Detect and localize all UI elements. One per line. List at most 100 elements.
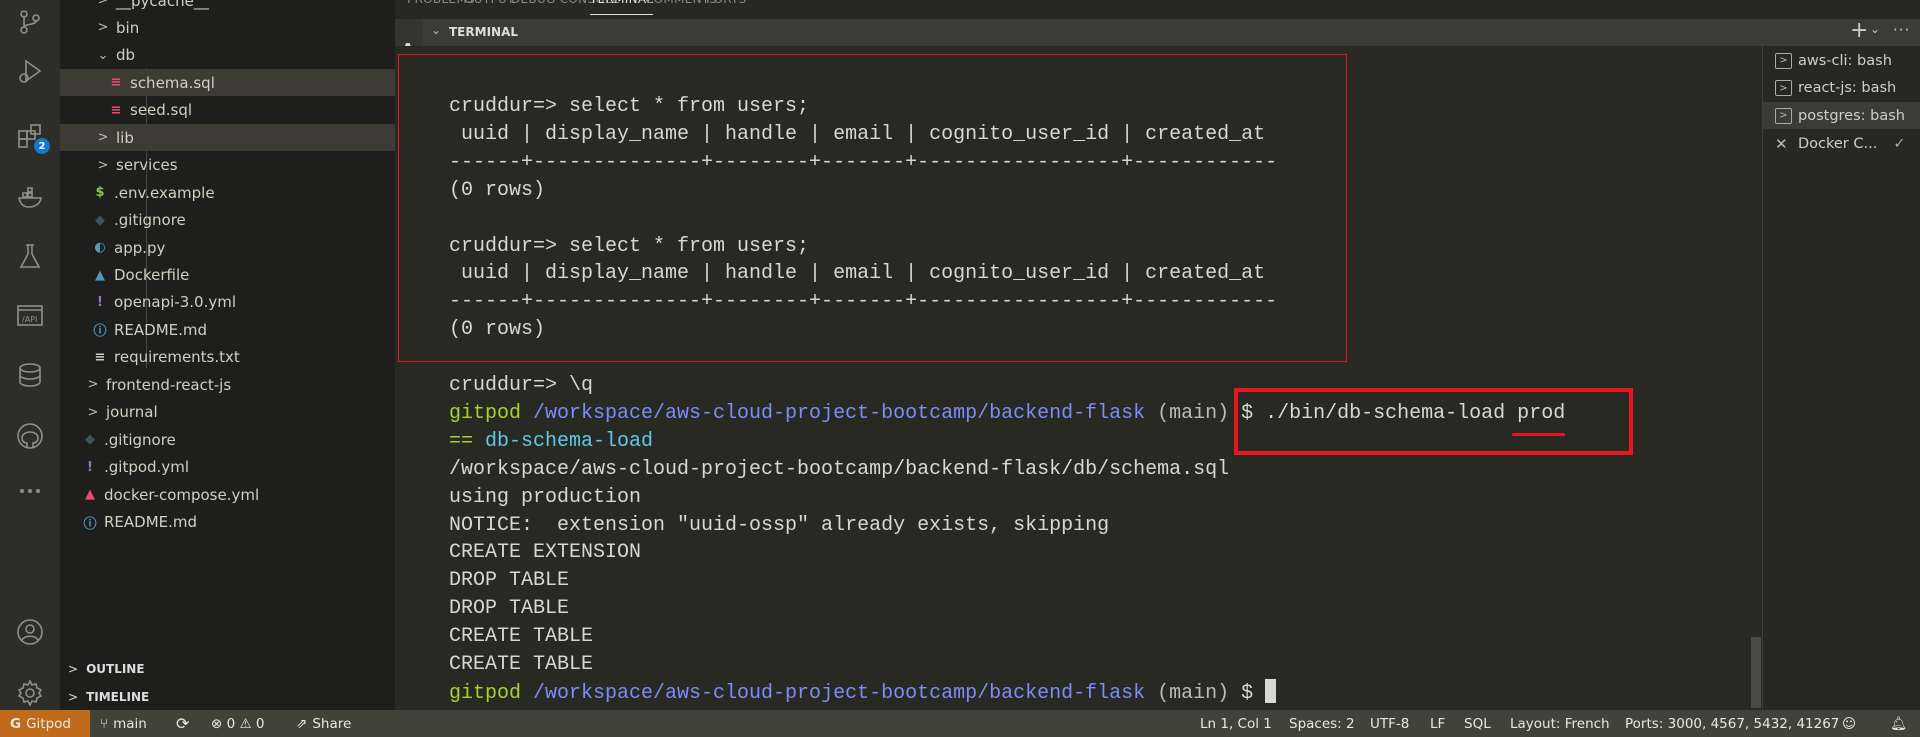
yaml-file-icon: ! (87, 459, 93, 475)
tree-item[interactable]: > __pycache__ (60, 0, 395, 14)
status-bar: G Gitpod ⑂ main ⟳ ⊗ 0 ⚠ 0 ⇗ Share Ln 1, Col… (0, 710, 1920, 737)
tree-item[interactable]: > lib (60, 124, 395, 152)
extensions-icon[interactable]: 2 (14, 120, 50, 154)
encoding[interactable]: UTF-8 (1370, 710, 1409, 737)
chevron-down-icon: ⌄ (97, 47, 109, 63)
tree-item[interactable]: ≡ seed.sql (60, 97, 395, 124)
api-icon[interactable]: /API (14, 299, 46, 331)
problems-indicator[interactable]: ⊗ 0 ⚠ 0 (211, 710, 265, 737)
annotation-box-command (1234, 388, 1633, 455)
terminal-line: DROP TABLE (449, 595, 569, 623)
tab-ports[interactable]: PORTS (706, 0, 747, 6)
tree-item-label: .env.example (114, 183, 215, 202)
share-icon: ⇗ (296, 715, 308, 732)
terminal-instance-label: react-js: bash (1798, 80, 1897, 97)
annotation-underline (1512, 433, 1565, 436)
terminal-instance[interactable]: > postgres: bash (1763, 102, 1920, 130)
github-icon[interactable] (14, 420, 46, 452)
timeline-section[interactable]: > TIMELINE (60, 683, 395, 710)
check-icon: ✓ (1893, 135, 1906, 152)
tree-item[interactable]: ⌄ db (60, 42, 395, 69)
terminal-instance-label: aws-cli: bash (1798, 52, 1892, 69)
tree-item[interactable]: > journal (60, 399, 395, 426)
database-icon[interactable] (14, 359, 46, 391)
terminal-instance[interactable]: > react-js: bash (1763, 75, 1920, 102)
terminal-icon: > (1775, 52, 1792, 69)
terminal-instance[interactable]: > aws-cli: bash (1763, 47, 1920, 74)
activity-bar: 2/API (0, 0, 60, 710)
tree-item-label: seed.sql (130, 101, 193, 120)
remote-indicator[interactable]: G Gitpod (0, 710, 90, 737)
tab-output[interactable]: OUTPUT (464, 0, 515, 6)
terminal-instance[interactable]: ✕ Docker C... ✓ (1763, 130, 1920, 157)
tree-item[interactable]: ≡ requirements.txt (60, 344, 395, 371)
share-button[interactable]: ⇗ Share (296, 710, 351, 737)
terminal-text: (main) (1157, 681, 1242, 705)
cursor-position[interactable]: Ln 1, Col 1 (1200, 710, 1272, 737)
sync-icon[interactable]: ⟳ (176, 710, 189, 737)
panel: PROBLEMSOUTPUTDEBUG CONSOLETERMINALCOMME… (395, 0, 1920, 710)
notifications-bell-icon[interactable]: 🔔︎ (1890, 710, 1907, 737)
chevron-right-icon: > (97, 157, 109, 173)
tree-item[interactable]: ▲ Dockerfile (60, 262, 395, 289)
ports[interactable]: Ports: 3000, 4567, 5432, 41267 (1625, 710, 1839, 737)
tree-item-label: README.md (114, 320, 208, 339)
tree-item-label: schema.sql (130, 73, 215, 92)
explorer-sidebar: > __pycache__ > bin ⌄ db ≡ schema.sql ≡ seed.sql >… (60, 0, 395, 710)
terminal-line: gitpod /workspace/aws-cloud-project-boot… (449, 678, 1277, 707)
tree-item-label: Dockerfile (114, 266, 190, 284)
chevron-right-icon: > (97, 20, 109, 36)
terminal-text: CREATE TABLE (449, 625, 594, 649)
tree-item-label: README.md (104, 513, 198, 532)
terminal-text: /workspace/aws-cloud-project-bootcamp/ba… (533, 681, 1158, 705)
run-debug-icon[interactable] (14, 55, 46, 87)
settings-gear-icon[interactable] (14, 677, 46, 709)
tree-item[interactable]: ⓘ README.md (60, 509, 395, 536)
terminal-scrollbar[interactable] (1751, 637, 1761, 708)
tree-item[interactable]: $ .env.example (60, 179, 395, 206)
tree-item[interactable]: ! openapi-3.0.yml (60, 289, 395, 316)
terminal-section-header[interactable]: > ⌄ TERMINAL + ⌄ ··· (395, 18, 1920, 46)
terminal-icon: > (1775, 80, 1792, 97)
tree-item[interactable]: > services (60, 152, 395, 179)
feedback-icon[interactable]: ☺ (1842, 710, 1856, 737)
testing-icon[interactable] (14, 240, 46, 272)
terminal-line: cruddur=> \q (449, 372, 593, 400)
tab-terminal[interactable]: TERMINAL (590, 0, 654, 15)
tree-item[interactable]: ◆ .gitignore (60, 426, 395, 453)
tree-item[interactable]: > frontend-react-js (60, 371, 395, 398)
database-file-icon: ≡ (110, 102, 122, 118)
source-control-icon[interactable] (14, 6, 46, 38)
tree-item[interactable]: > bin (60, 14, 395, 41)
tree-item[interactable]: ◆ .gitignore (60, 207, 395, 234)
outline-section[interactable]: > OUTLINE (60, 655, 395, 682)
indentation[interactable]: Spaces: 2 (1289, 710, 1355, 737)
tree-item[interactable]: ≡ schema.sql (60, 69, 395, 97)
terminal-text: cruddur=> \q (449, 374, 594, 397)
chevron-down-icon[interactable]: ⌄ (1870, 22, 1880, 36)
timeline-label: TIMELINE (86, 689, 150, 704)
tree-item-label: lib (116, 128, 134, 147)
docker-icon[interactable] (14, 181, 46, 213)
new-terminal-icon[interactable]: + (1850, 18, 1868, 43)
keyboard-layout[interactable]: Layout: French (1510, 710, 1610, 737)
branch-label: main (113, 715, 147, 732)
terminal-cursor (1265, 678, 1277, 703)
tree-item-label: docker-compose.yml (104, 485, 260, 504)
tree-item-label: db (116, 46, 136, 65)
tree-item[interactable]: ! .gitpod.yml (60, 454, 395, 481)
language-mode[interactable]: SQL (1464, 710, 1491, 737)
tree-item[interactable]: ◐ app.py (60, 234, 395, 261)
terminal-line: DROP TABLE (449, 567, 569, 595)
tools-icon: ✕ (1775, 134, 1788, 153)
tree-item[interactable]: ▲ docker-compose.yml (60, 481, 395, 508)
eol[interactable]: LF (1430, 710, 1445, 737)
branch-indicator[interactable]: ⑂ main (100, 710, 147, 737)
terminal-line: == db-schema-load (449, 428, 653, 456)
more-actions-icon[interactable]: ··· (1893, 21, 1910, 39)
account-icon[interactable] (14, 616, 46, 648)
tree-item[interactable]: ⓘ README.md (60, 316, 395, 343)
more-icon[interactable] (14, 475, 46, 507)
yaml-file-icon: ! (97, 294, 103, 310)
tree-item-label: .gitpod.yml (104, 458, 189, 477)
